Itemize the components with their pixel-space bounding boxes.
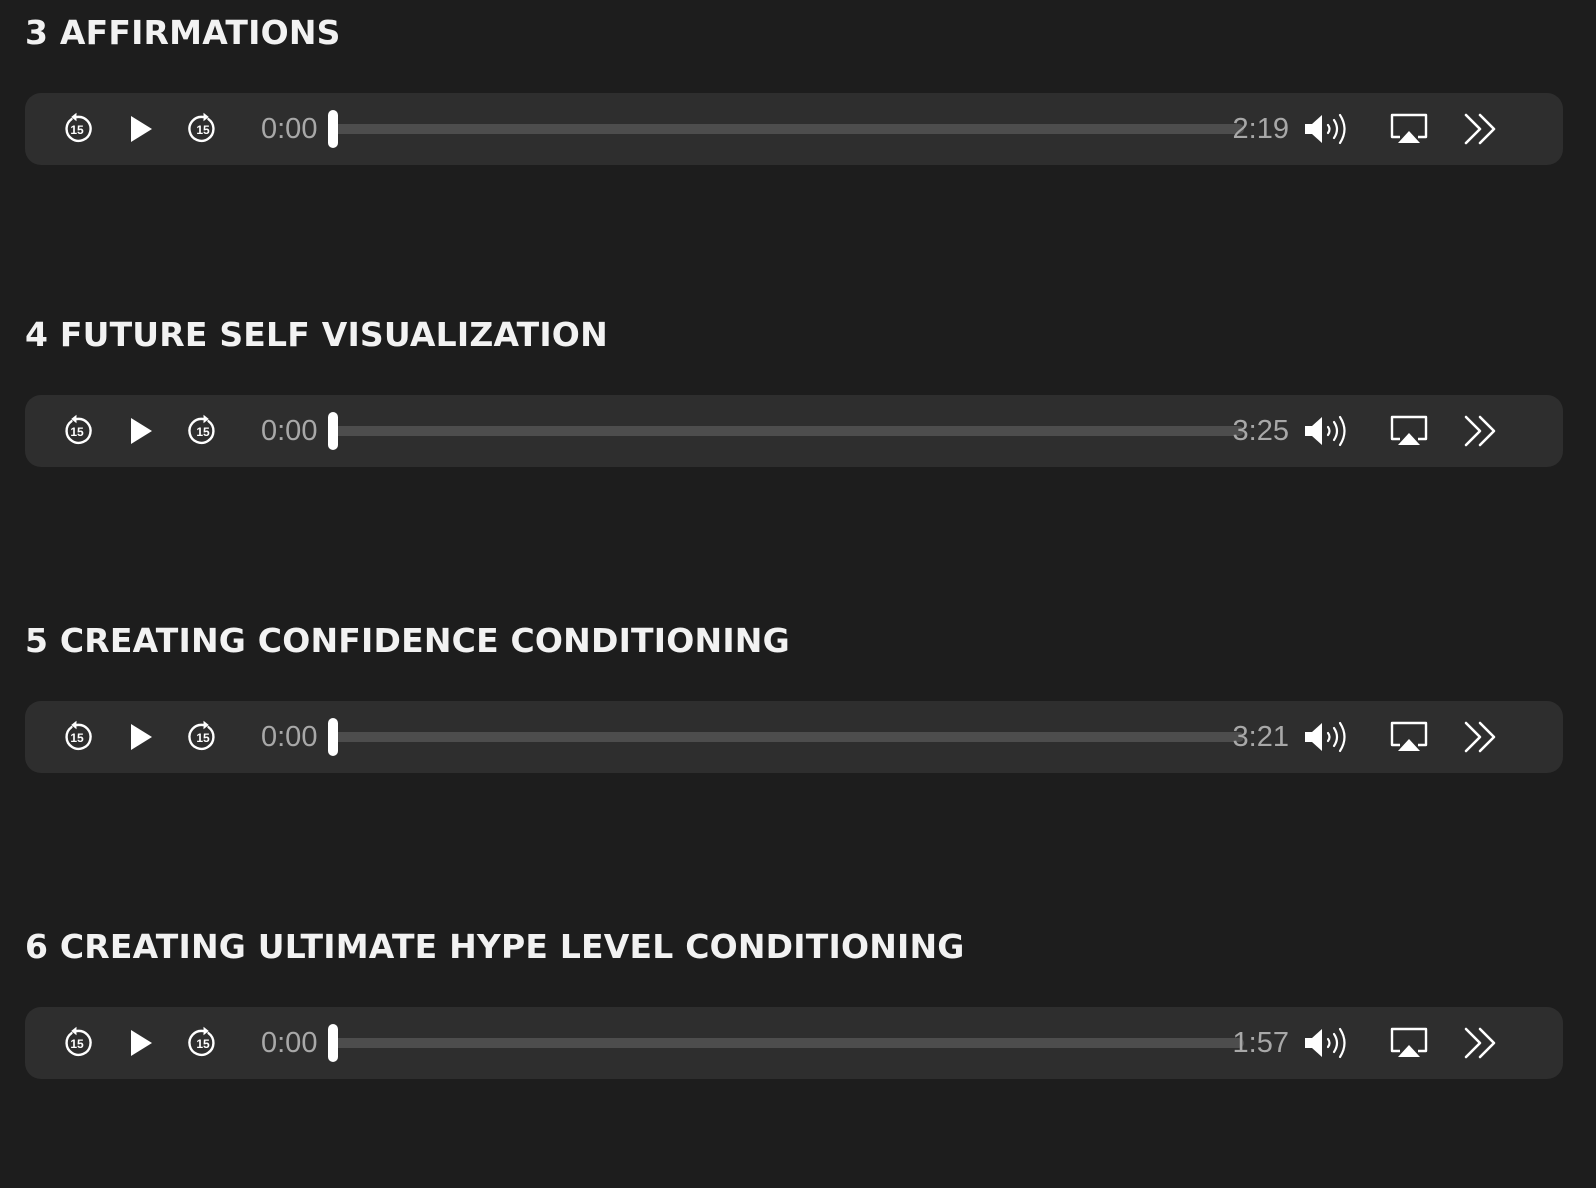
double-chevron-right-icon (1462, 720, 1500, 754)
skip-back-15-icon: 15 (60, 1026, 94, 1060)
airplay-button[interactable] (1383, 1007, 1435, 1079)
playback-rate-button[interactable] (1455, 93, 1507, 165)
volume-icon (1303, 413, 1355, 449)
volume-button[interactable] (1301, 1007, 1357, 1079)
skip-back-button[interactable]: 15 (53, 1007, 101, 1079)
progress-rail (330, 1038, 1244, 1048)
progress-rail (330, 426, 1244, 436)
skip-forward-button[interactable]: 15 (179, 395, 227, 467)
skip-forward-button[interactable]: 15 (179, 1007, 227, 1079)
volume-button[interactable] (1301, 395, 1357, 467)
volume-button[interactable] (1301, 701, 1357, 773)
play-button[interactable] (119, 701, 163, 773)
progress-slider[interactable] (328, 1007, 1244, 1079)
playback-rate-button[interactable] (1455, 395, 1507, 467)
playback-rate-button[interactable] (1455, 701, 1507, 773)
svg-text:15: 15 (70, 425, 84, 439)
skip-forward-15-icon: 15 (186, 720, 220, 754)
airplay-button[interactable] (1383, 395, 1435, 467)
svg-text:15: 15 (196, 123, 210, 137)
volume-icon (1303, 1025, 1355, 1061)
play-icon (127, 721, 155, 753)
skip-forward-button[interactable]: 15 (179, 701, 227, 773)
svg-text:15: 15 (196, 425, 210, 439)
current-time: 0:00 (261, 113, 318, 145)
play-icon (127, 415, 155, 447)
duration: 2:19 (1232, 113, 1289, 145)
play-icon (127, 113, 155, 145)
progress-thumb[interactable] (328, 718, 338, 756)
skip-forward-15-icon: 15 (186, 414, 220, 448)
double-chevron-right-icon (1462, 1026, 1500, 1060)
airplay-icon (1389, 414, 1429, 448)
airplay-button[interactable] (1383, 701, 1435, 773)
airplay-icon (1389, 1026, 1429, 1060)
current-time: 0:00 (261, 721, 318, 753)
audio-player: 15 15 0: (25, 395, 1563, 467)
progress-slider[interactable] (328, 701, 1244, 773)
airplay-icon (1389, 720, 1429, 754)
skip-back-button[interactable]: 15 (53, 395, 101, 467)
play-button[interactable] (119, 1007, 163, 1079)
svg-text:15: 15 (70, 123, 84, 137)
audio-player: 15 15 0: (25, 701, 1563, 773)
current-time: 0:00 (261, 415, 318, 447)
volume-icon (1303, 111, 1355, 147)
progress-rail (330, 124, 1244, 134)
svg-text:15: 15 (196, 1037, 210, 1051)
double-chevron-right-icon (1462, 112, 1500, 146)
svg-text:15: 15 (196, 731, 210, 745)
svg-text:15: 15 (70, 1037, 84, 1051)
double-chevron-right-icon (1462, 414, 1500, 448)
current-time: 0:00 (261, 1027, 318, 1059)
duration: 3:25 (1232, 415, 1289, 447)
play-button[interactable] (119, 93, 163, 165)
skip-back-button[interactable]: 15 (53, 701, 101, 773)
skip-back-15-icon: 15 (60, 720, 94, 754)
skip-back-15-icon: 15 (60, 414, 94, 448)
airplay-button[interactable] (1383, 93, 1435, 165)
svg-text:15: 15 (70, 731, 84, 745)
progress-slider[interactable] (328, 93, 1244, 165)
track-title: 4 FUTURE SELF VISUALIZATION (25, 315, 608, 354)
audio-player: 15 15 0: (25, 1007, 1563, 1079)
skip-forward-button[interactable]: 15 (179, 93, 227, 165)
progress-slider[interactable] (328, 395, 1244, 467)
airplay-icon (1389, 112, 1429, 146)
duration: 3:21 (1232, 721, 1289, 753)
track-title: 3 AFFIRMATIONS (25, 13, 341, 52)
play-icon (127, 1027, 155, 1059)
volume-icon (1303, 719, 1355, 755)
skip-forward-15-icon: 15 (186, 112, 220, 146)
volume-button[interactable] (1301, 93, 1357, 165)
skip-back-15-icon: 15 (60, 112, 94, 146)
duration: 1:57 (1232, 1027, 1289, 1059)
progress-thumb[interactable] (328, 412, 338, 450)
track-title: 5 CREATING CONFIDENCE CONDITIONING (25, 621, 790, 660)
progress-rail (330, 732, 1244, 742)
progress-thumb[interactable] (328, 1024, 338, 1062)
progress-thumb[interactable] (328, 110, 338, 148)
play-button[interactable] (119, 395, 163, 467)
playback-rate-button[interactable] (1455, 1007, 1507, 1079)
audio-player: 15 15 0: (25, 93, 1563, 165)
track-title: 6 CREATING ULTIMATE HYPE LEVEL CONDITION… (25, 927, 965, 966)
skip-back-button[interactable]: 15 (53, 93, 101, 165)
skip-forward-15-icon: 15 (186, 1026, 220, 1060)
